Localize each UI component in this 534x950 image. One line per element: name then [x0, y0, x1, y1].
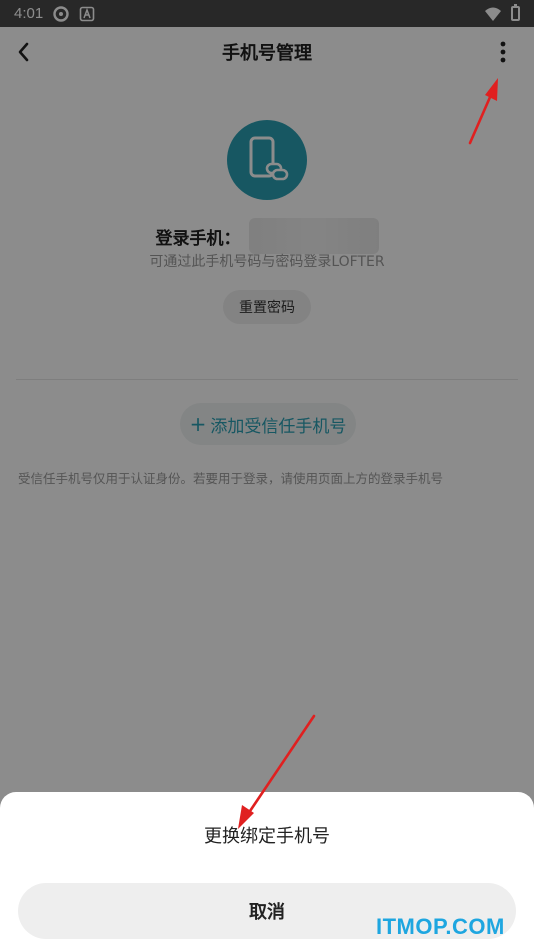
change-bound-phone-option[interactable]: 更换绑定手机号	[0, 822, 534, 848]
watermark-logo: ITMOP.COM	[376, 914, 505, 939]
